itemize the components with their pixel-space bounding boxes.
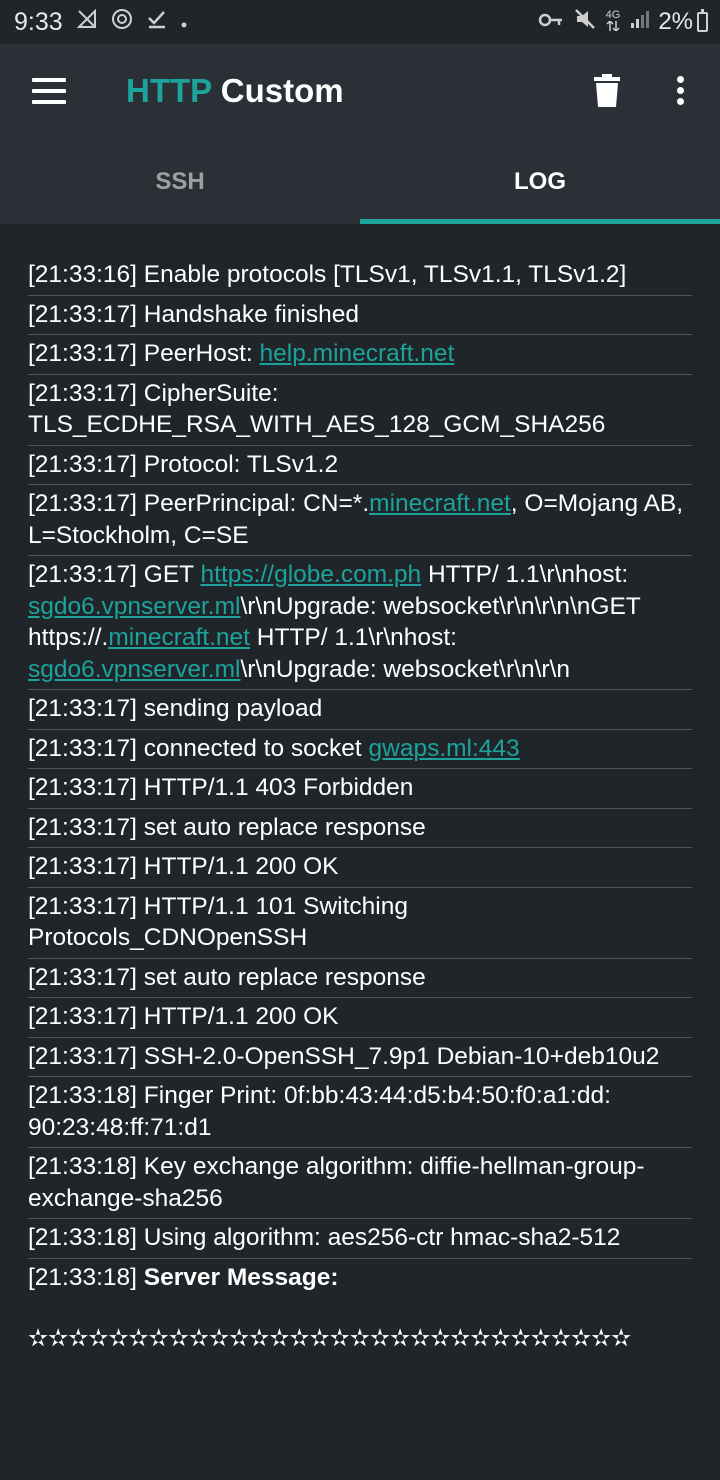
log-entry: [21:33:17] HTTP/1.1 403 Forbidden [28, 771, 692, 809]
status-bar: 9:33 4G 2% [0, 0, 720, 44]
log-entry: [21:33:18] Key exchange algorithm: diffi… [28, 1150, 692, 1219]
log-list: [21:33:16] Enable protocols [TLSv1, TLSv… [28, 258, 692, 1361]
log-entry: [21:33:17] HTTP/1.1 200 OK [28, 850, 692, 888]
log-entry: [21:33:17] sending payload [28, 692, 692, 730]
log-link[interactable]: minecraft.net [108, 624, 250, 651]
log-entry: [21:33:17] HTTP/1.1 101 Switching Protoc… [28, 890, 692, 959]
status-bar-right: 4G 2% [528, 8, 720, 36]
log-entry: [21:33:17] HTTP/1.1 200 OK [28, 1000, 692, 1038]
server-message-label: Server Message: [143, 1263, 339, 1291]
dot-icon [181, 11, 187, 34]
log-link[interactable]: https://globe.com.ph [201, 561, 422, 588]
log-text: [21:33:17] connected to socket [28, 734, 369, 762]
4g-icon: 4G [605, 9, 621, 34]
tab-log[interactable]: LOG [360, 140, 720, 224]
log-entry: [21:33:17] GET https://globe.com.ph HTTP… [28, 558, 692, 690]
log-entry: [21:33:18] Server Message: ✫✫✫✫✫✫✫✫✫✫✫✫✫… [28, 1261, 692, 1359]
log-entry: [21:33:16] Enable protocols [TLSv1, TLSv… [28, 258, 692, 296]
log-entry: [21:33:18] Finger Print: 0f:bb:43:44:d5:… [28, 1079, 692, 1148]
trash-icon[interactable] [592, 74, 622, 108]
log-entry: [21:33:17] SSH-2.0-OpenSSH_7.9p1 Debian-… [28, 1040, 692, 1077]
log-link[interactable]: sgdo6.vpnserver.ml [28, 656, 240, 683]
log-text: [21:33:17] PeerHost: [28, 340, 260, 367]
log-entry: [21:33:17] CipherSuite: TLS_ECDHE_RSA_WI… [28, 377, 692, 446]
app-title-rest: Custom [220, 72, 344, 109]
signal-icon [630, 9, 650, 35]
log-text: [21:33:17] GET [28, 561, 201, 588]
mute-icon [574, 8, 596, 36]
signal-off-icon [76, 8, 97, 35]
log-link[interactable]: help.minecraft.net [260, 340, 455, 367]
log-entry: [21:33:17] Handshake finished [28, 298, 692, 335]
log-text: HTTP/ 1.1\r\nhost: [249, 624, 457, 651]
log-text: HTTP/ 1.1\r\nhost: [421, 561, 629, 588]
log-entry: [21:33:17] connected to socket gwaps.ml:… [28, 732, 692, 769]
server-message-stars: ✫✫✫✫✫✫✫✫✫✫✫✫✫✫✫✫✫✫✫✫✫✫✫✫✫✫✫✫✫✫ [28, 1325, 632, 1352]
menu-icon[interactable] [32, 78, 66, 104]
status-bar-left: 9:33 [0, 8, 187, 37]
log-entry: [21:33:17] PeerPrincipal: CN=*.minecraft… [28, 487, 692, 556]
log-entry: [21:33:17] PeerHost: help.minecraft.net [28, 337, 692, 375]
battery-icon [697, 9, 708, 32]
log-entry: [21:33:17] Protocol: TLSv1.2 [28, 448, 692, 485]
log-text: \r\nUpgrade: websocket\r\n\r\n [240, 655, 570, 683]
tab-bar: SSH LOG [0, 140, 720, 224]
log-text: [21:33:18] [28, 1263, 144, 1291]
app-bar: HTTP Custom [0, 44, 720, 140]
tab-ssh[interactable]: SSH [0, 140, 360, 224]
clock: 9:33 [14, 7, 63, 36]
more-options-icon[interactable] [672, 74, 688, 108]
network-type-label: 4G [605, 9, 621, 21]
log-entry: [21:33:18] Using algorithm: aes256-ctr h… [28, 1221, 692, 1259]
vpn-key-icon [538, 11, 564, 34]
log-text: [21:33:17] PeerPrincipal: CN=*. [28, 490, 370, 517]
app-title: HTTP Custom [126, 72, 344, 110]
app-title-accent: HTTP [126, 72, 212, 109]
log-link[interactable]: gwaps.ml:443 [369, 735, 520, 762]
log-entry: [21:33:17] set auto replace response [28, 961, 692, 998]
sync-icon [111, 8, 133, 36]
log-link[interactable]: minecraft.net [369, 490, 511, 517]
battery-percent: 2% [658, 8, 693, 35]
check-download-icon [147, 9, 167, 35]
log-entry: [21:33:17] set auto replace response [28, 811, 692, 848]
log-link[interactable]: sgdo6.vpnserver.ml [28, 593, 240, 620]
